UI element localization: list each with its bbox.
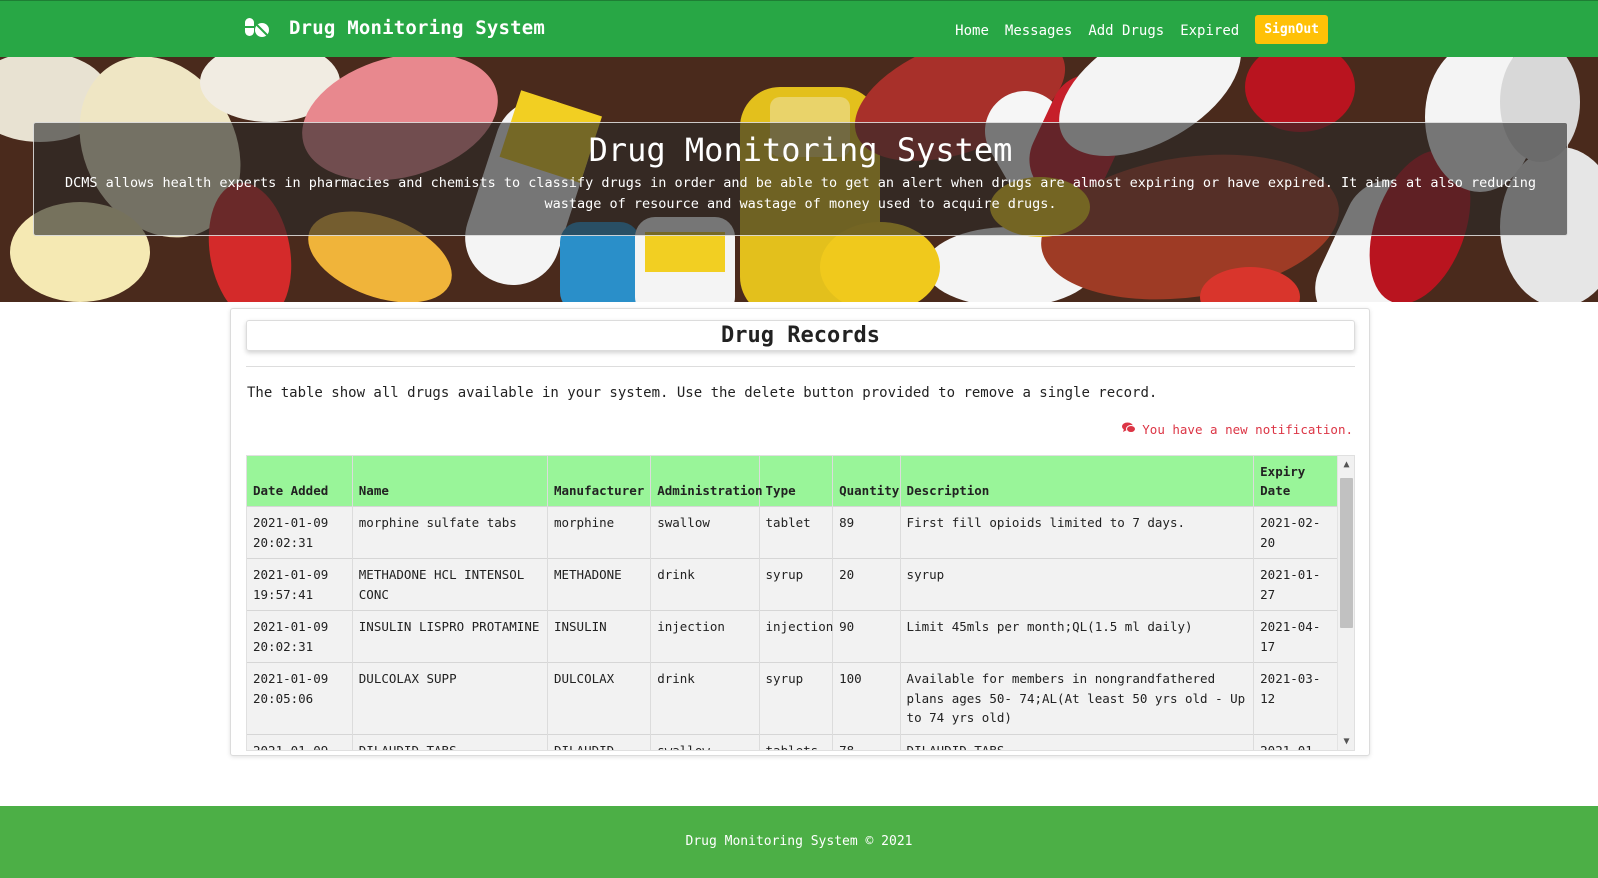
nav-add-drugs[interactable]: Add Drugs	[1088, 23, 1164, 39]
cell-administration: swallow	[650, 733, 760, 750]
footer-text: Drug Monitoring System © 2021	[685, 834, 913, 849]
nav-links: Home Messages Add Drugs Expired SignOut	[955, 15, 1328, 44]
card-header: Drug Records	[246, 320, 1355, 351]
cell-date-added: 2021-01-09 20:02:31	[247, 506, 353, 559]
cell-name: DILAUDID TABS	[352, 733, 548, 750]
nav-messages[interactable]: Messages	[1005, 23, 1072, 39]
cell-expiry-date: 2021-02-20	[1253, 506, 1338, 559]
cell-description: First fill opioids limited to 7 days.	[900, 506, 1255, 559]
cell-quantity: 20	[832, 558, 901, 611]
table-row[interactable]: 2021-01-09 20:02:31 morphine sulfate tab…	[247, 506, 1338, 559]
cell-administration: injection	[650, 610, 760, 663]
cell-type: syrup	[759, 662, 834, 734]
cell-type: tablets	[759, 733, 834, 750]
cell-quantity: 89	[832, 506, 901, 559]
cell-date-added: 2021-01-09 20:02:31	[247, 610, 353, 663]
cell-manufacturer: DULCOLAX	[547, 662, 652, 734]
table-scrollbar[interactable]: ▲ ▼	[1337, 456, 1354, 750]
notification-link[interactable]: You have a new notification.	[1122, 422, 1353, 437]
hero-description: DCMS allows health experts in pharmacies…	[64, 175, 1537, 212]
table-row[interactable]: 2021-01-09 20:02:31 INSULIN LISPRO PROTA…	[247, 610, 1338, 663]
cell-administration: drink	[650, 558, 760, 611]
column-header-quantity: Quantity	[832, 456, 901, 507]
table-header-row: Date Added Name Manufacturer Administrat…	[247, 456, 1338, 507]
column-header-administration: Administration	[650, 456, 763, 507]
cell-name: DULCOLAX SUPP	[352, 662, 548, 734]
cell-quantity: 78	[832, 733, 901, 750]
scroll-up-arrow-icon[interactable]: ▲	[1338, 456, 1354, 473]
intro-text: The table show all drugs available in yo…	[247, 385, 1158, 401]
scroll-down-arrow-icon[interactable]: ▼	[1338, 733, 1354, 750]
cell-expiry-date: 2021-01-27	[1253, 558, 1338, 611]
cell-manufacturer: DILAUDID	[547, 733, 652, 750]
cell-description: Available for members in nongrandfathere…	[900, 662, 1255, 734]
table-row[interactable]: 2021-01-09 19:57:41 METHADONE HCL INTENS…	[247, 558, 1338, 611]
cell-type: syrup	[759, 558, 834, 611]
cell-administration: swallow	[650, 506, 760, 559]
cell-date-added: 2021-01-09 19:59:40	[247, 733, 353, 750]
column-header-expiry-date: Expiry Date	[1253, 456, 1338, 507]
cell-manufacturer: morphine	[547, 506, 652, 559]
cell-quantity: 100	[832, 662, 901, 734]
hero-overlay: Drug Monitoring System DCMS allows healt…	[33, 122, 1568, 236]
nav-expired[interactable]: Expired	[1180, 23, 1239, 39]
cell-description: Limit 45mls per month;QL(1.5 ml daily)	[900, 610, 1255, 663]
column-header-name: Name	[352, 456, 548, 507]
scrollbar-thumb[interactable]	[1340, 478, 1353, 628]
drug-records-card: Drug Records The table show all drugs av…	[230, 308, 1370, 756]
brand-title: Drug Monitoring System	[289, 17, 546, 39]
column-header-date-added: Date Added	[247, 456, 353, 507]
cell-name: METHADONE HCL INTENSOL CONC	[352, 558, 548, 611]
brand[interactable]: Drug Monitoring System	[243, 16, 545, 40]
hero-banner: Drug Monitoring System DCMS allows healt…	[0, 57, 1598, 302]
drug-table-container[interactable]: Date Added Name Manufacturer Administrat…	[246, 455, 1355, 751]
cell-description: DILAUDID TABS	[900, 733, 1255, 750]
page-title: Drug Records	[721, 323, 880, 348]
cell-expiry-date: 2021-04-17	[1253, 610, 1338, 663]
cell-date-added: 2021-01-09 19:57:41	[247, 558, 353, 611]
table-row[interactable]: 2021-01-09 19:59:40 DILAUDID TABS DILAUD…	[247, 733, 1338, 750]
pills-icon	[243, 16, 271, 40]
cell-quantity: 90	[832, 610, 901, 663]
column-header-description: Description	[900, 456, 1255, 507]
cell-expiry-date: 2021-03-12	[1253, 662, 1338, 734]
notification-text: You have a new notification.	[1142, 422, 1353, 437]
hero-title: Drug Monitoring System	[588, 131, 1013, 169]
table-row[interactable]: 2021-01-09 20:05:06 DULCOLAX SUPP DULCOL…	[247, 662, 1338, 734]
column-header-manufacturer: Manufacturer	[547, 456, 652, 507]
column-header-type: Type	[759, 456, 834, 507]
cell-date-added: 2021-01-09 20:05:06	[247, 662, 353, 734]
cell-description: syrup	[900, 558, 1255, 611]
footer: Drug Monitoring System © 2021	[0, 806, 1598, 878]
nav-home[interactable]: Home	[955, 23, 989, 39]
signout-button[interactable]: SignOut	[1255, 15, 1328, 44]
cell-manufacturer: METHADONE	[547, 558, 652, 611]
cell-administration: drink	[650, 662, 760, 734]
cell-name: INSULIN LISPRO PROTAMINE	[352, 610, 548, 663]
navbar: Drug Monitoring System Home Messages Add…	[0, 0, 1598, 57]
cell-expiry-date: 2021-01-21	[1253, 733, 1338, 750]
divider	[246, 366, 1355, 367]
cell-type: injection	[759, 610, 833, 663]
cell-manufacturer: INSULIN	[547, 610, 652, 663]
comments-icon	[1122, 422, 1137, 437]
cell-name: morphine sulfate tabs	[352, 506, 548, 559]
cell-type: tablet	[759, 506, 834, 559]
drug-table: Date Added Name Manufacturer Administrat…	[247, 456, 1338, 750]
